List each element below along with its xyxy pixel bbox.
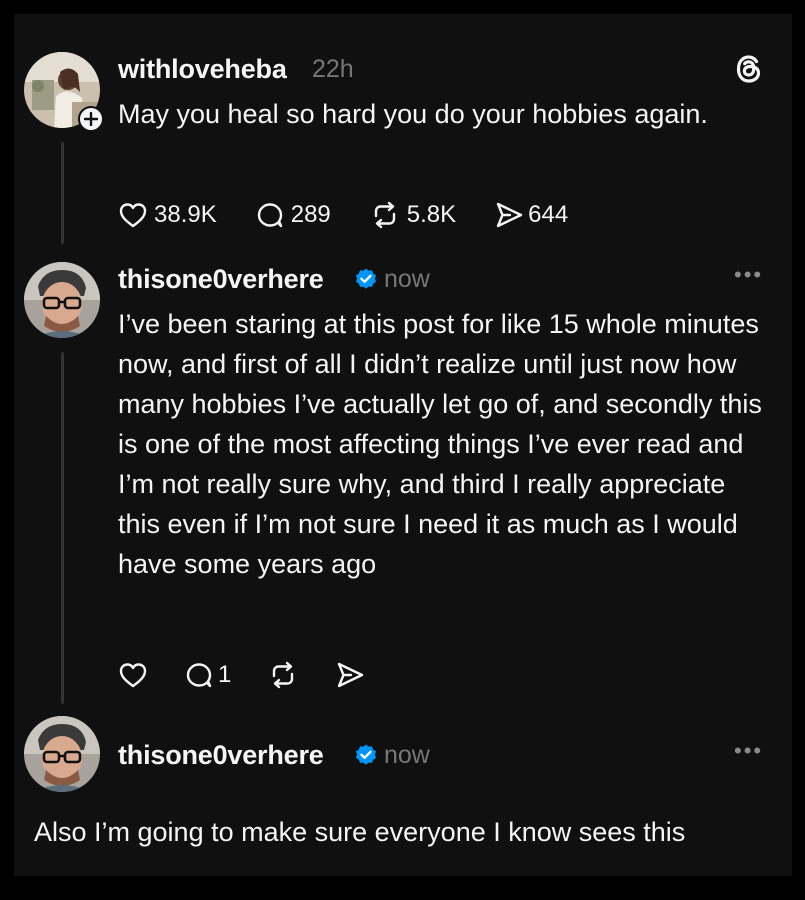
thread-line — [61, 352, 64, 704]
like-button[interactable] — [118, 661, 148, 689]
threads-card: withloveheba 22h May you heal so hard yo… — [14, 14, 792, 876]
post-actions: 38.9K 289 5.8K 644 — [118, 200, 568, 230]
comment-icon — [186, 663, 212, 688]
like-button[interactable]: 38.9K — [118, 201, 217, 229]
verified-badge-icon — [356, 268, 376, 289]
reply-button[interactable]: 289 — [255, 200, 331, 230]
post-author-username[interactable]: withloveheba — [118, 54, 287, 85]
like-count: 38.9K — [154, 201, 217, 228]
repost-button[interactable]: 5.8K — [369, 200, 456, 230]
verified-badge-icon — [356, 744, 376, 765]
repost-icon — [273, 661, 294, 689]
post-timestamp: 22h — [312, 55, 354, 83]
reply-button[interactable]: 1 — [184, 660, 231, 690]
heart-icon — [119, 663, 147, 688]
send-icon — [496, 202, 523, 228]
share-button[interactable]: 644 — [494, 200, 568, 230]
reply-author-username[interactable]: thisone0verhere — [118, 740, 324, 771]
more-options-button[interactable]: ••• — [734, 262, 763, 288]
share-button[interactable] — [335, 660, 365, 690]
repost-icon — [374, 201, 395, 229]
avatar-thisone0verhere[interactable] — [24, 716, 100, 792]
reply-count: 289 — [290, 201, 331, 228]
post-body-text: May you heal so hard you do your hobbies… — [118, 99, 708, 129]
follow-button[interactable] — [78, 106, 104, 132]
repost-button[interactable] — [267, 660, 299, 690]
comment-icon — [257, 203, 282, 228]
threads-logo-icon[interactable] — [732, 52, 766, 86]
avatar-thisone0verhere[interactable] — [24, 262, 100, 338]
heart-icon — [119, 203, 147, 228]
plus-icon — [84, 112, 98, 126]
reply-body-text: Also I’m going to make sure everyone I k… — [34, 817, 686, 847]
more-options-button[interactable]: ••• — [734, 738, 763, 764]
reply-actions: 1 — [118, 660, 365, 690]
reply-count: 1 — [218, 661, 232, 688]
repost-count: 5.8K — [406, 201, 457, 228]
reply-timestamp: now — [384, 741, 430, 769]
reply-timestamp: now — [384, 265, 430, 293]
reply-body-text: I’ve been staring at this post for like … — [118, 309, 762, 579]
share-count: 644 — [528, 201, 569, 228]
send-icon — [338, 662, 364, 688]
reply-author-username[interactable]: thisone0verhere — [118, 264, 324, 295]
thread-line — [61, 142, 64, 244]
